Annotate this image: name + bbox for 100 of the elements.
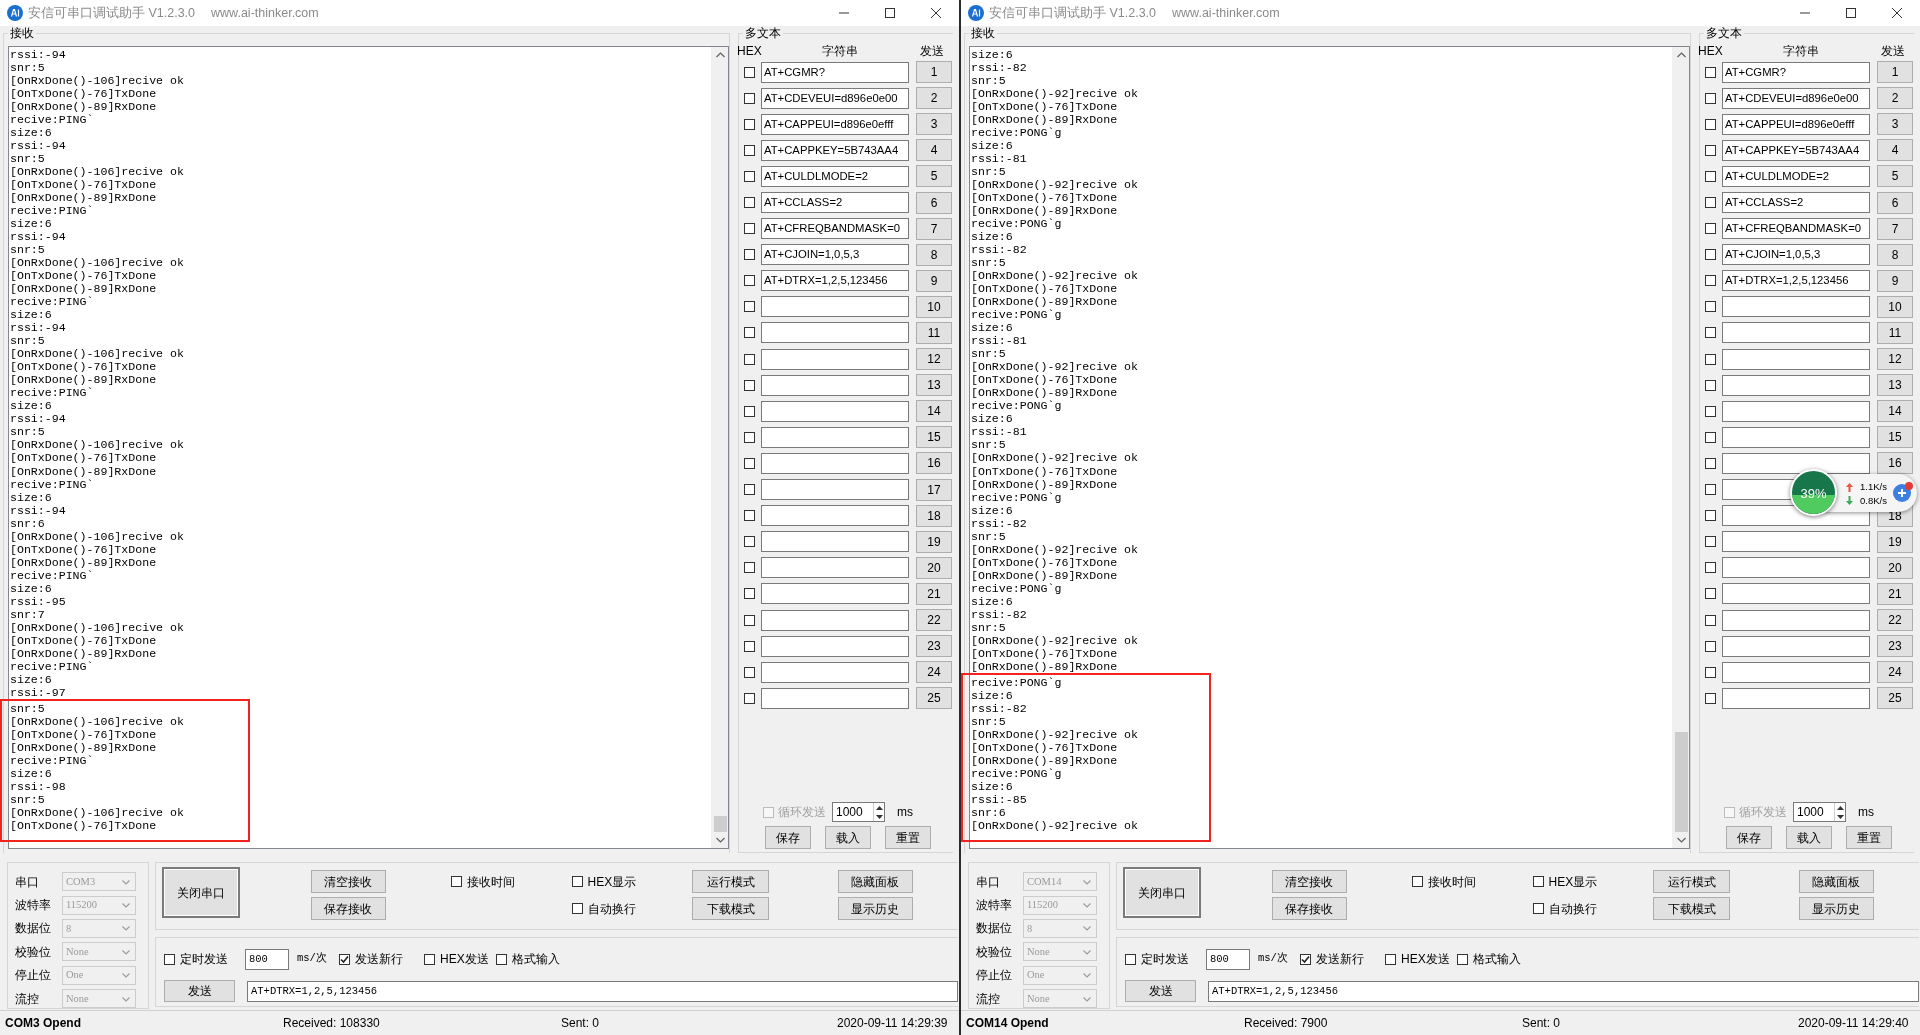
log-line: recive:PING` [10,386,95,400]
log-line: size:6 [971,503,1014,517]
field-label: 停止位 [15,967,52,985]
log-line: snr:7 [10,607,46,621]
log-line: [OnTxDone()-76]TxDone [971,555,1119,569]
timestamp: 2020-09-11 14:29:40 [1798,1015,1909,1032]
log-line: rssi:-82 [971,61,1028,75]
option-label: 循环发送 [1739,804,1787,821]
log-line: rssi:-82 [971,701,1028,715]
log-line: size:6 [971,688,1014,702]
log-line: size:6 [971,321,1014,335]
log-line: [OnTxDone()-76]TxDone [10,451,158,465]
log-line: [OnRxDone()-106]recive ok [10,620,185,634]
log-line: [OnTxDone()-76]TxDone [10,360,158,374]
log-line: [OnTxDone()-76]TxDone [971,282,1119,296]
log-line: rssi:-82 [971,243,1028,257]
log-line: [OnTxDone()-76]TxDone [971,100,1119,114]
column-header: HEX [737,42,763,60]
field-label: 串口 [976,873,1001,891]
log-line: snr:5 [10,792,46,806]
group-label: 多文本 [743,26,783,40]
log-line: rssi:-94 [10,503,67,517]
timestamp: 2020-09-11 14:29:39 [837,1015,948,1032]
unit-label: ms [897,804,913,821]
column-header: 字符串 [821,42,859,60]
sent-count: Sent: 0 [561,1015,601,1032]
log-line: snr:5 [971,347,1007,361]
option-label: 格式输入 [1473,951,1521,968]
log-line: rssi:-94 [10,230,67,244]
log-line: [OnRxDone()-89]RxDone [971,295,1119,309]
log-line: recive:PONG`g [971,308,1063,322]
field-label: 校验位 [15,943,52,961]
log-line: [OnRxDone()-106]recive ok [10,347,185,361]
field-label: 校验位 [976,943,1013,961]
log-line: rssi:-97 [10,685,67,699]
log-line: size:6 [10,308,53,322]
field-label: 流控 [15,990,40,1008]
log-line: size:6 [10,399,53,413]
log-line: recive:PONG`g [971,766,1063,780]
field-label: 波特率 [976,897,1013,915]
log-line: size:6 [10,672,53,686]
option-label: HEX发送 [1401,951,1450,968]
log-line: snr:5 [971,438,1007,452]
option-label: 接收时间 [1428,873,1476,891]
option-label: HEX发送 [440,951,489,968]
log-line: snr:5 [10,334,46,348]
log-line: size:6 [10,217,53,231]
log-line: [OnTxDone()-76]TxDone [971,373,1119,387]
log-line: rssi:-94 [10,321,67,335]
log-line: recive:PONG`g [971,675,1063,689]
window-title: 安信可串口调试助手 V1.2.3.0 [989,4,1157,22]
option-label: HEX显示 [587,873,637,891]
log-line: size:6 [971,48,1014,61]
log-line: rssi:-81 [971,425,1028,439]
log-line: [OnTxDone()-76]TxDone [10,87,158,101]
log-line: [OnRxDone()-89]RxDone [971,386,1119,400]
log-line: rssi:-95 [10,594,67,608]
log-line: [OnRxDone()-92]recive ok [971,451,1139,465]
log-line: snr:5 [10,701,46,715]
log-line: recive:PONG`g [971,490,1063,504]
log-line: rssi:-94 [10,48,67,61]
log-line: [OnRxDone()-92]recive ok [971,269,1139,283]
log-line: snr:5 [971,620,1007,634]
option-label: 定时发送 [1141,951,1189,968]
received-count: Received: 7900 [1244,1015,1329,1032]
log-line: [OnTxDone()-76]TxDone [10,178,158,192]
received-count: Received: 108330 [283,1015,381,1032]
log-line: [OnRxDone()-89]RxDone [971,204,1119,218]
log-line: snr:5 [971,529,1007,543]
log-line: [OnTxDone()-76]TxDone [971,740,1119,754]
log-line: [OnRxDone()-89]RxDone [971,659,1119,673]
log-line: [OnTxDone()-76]TxDone [971,464,1119,478]
option-label: 发送新行 [1316,951,1364,968]
log-line: [OnRxDone()-106]recive ok [10,805,185,819]
log-line: recive:PING` [10,295,95,309]
log-line: [OnRxDone()-89]RxDone [971,568,1119,582]
unit-label: ms/次 [1258,951,1289,967]
log-line: [OnRxDone()-106]recive ok [10,529,185,543]
log-line: [OnRxDone()-89]RxDone [10,555,158,569]
log-line: snr:6 [10,516,46,530]
log-line: snr:5 [971,165,1007,179]
option-label: 自动换行 [1548,900,1597,918]
log-line: recive:PING` [10,753,95,767]
field-label: 流控 [976,990,1001,1008]
log-line: recive:PONG`g [971,217,1063,231]
log-line: rssi:-81 [971,334,1028,348]
log-line: [OnRxDone()-92]recive ok [971,87,1139,101]
log-line: recive:PING` [10,204,95,218]
log-line: size:6 [10,581,53,595]
unit-label: ms/次 [297,951,328,967]
log-line: [OnTxDone()-76]TxDone [971,646,1119,660]
log-line: [OnRxDone()-89]RxDone [10,646,158,660]
log-line: size:6 [971,412,1014,426]
column-header: 发送 [1880,42,1906,60]
log-line: recive:PING` [10,568,95,582]
field-label: 串口 [15,873,40,891]
log-line: size:6 [971,594,1014,608]
column-header: 发送 [919,42,945,60]
log-line: [OnRxDone()-89]RxDone [10,282,158,296]
log-line: [OnRxDone()-106]recive ok [10,74,185,88]
